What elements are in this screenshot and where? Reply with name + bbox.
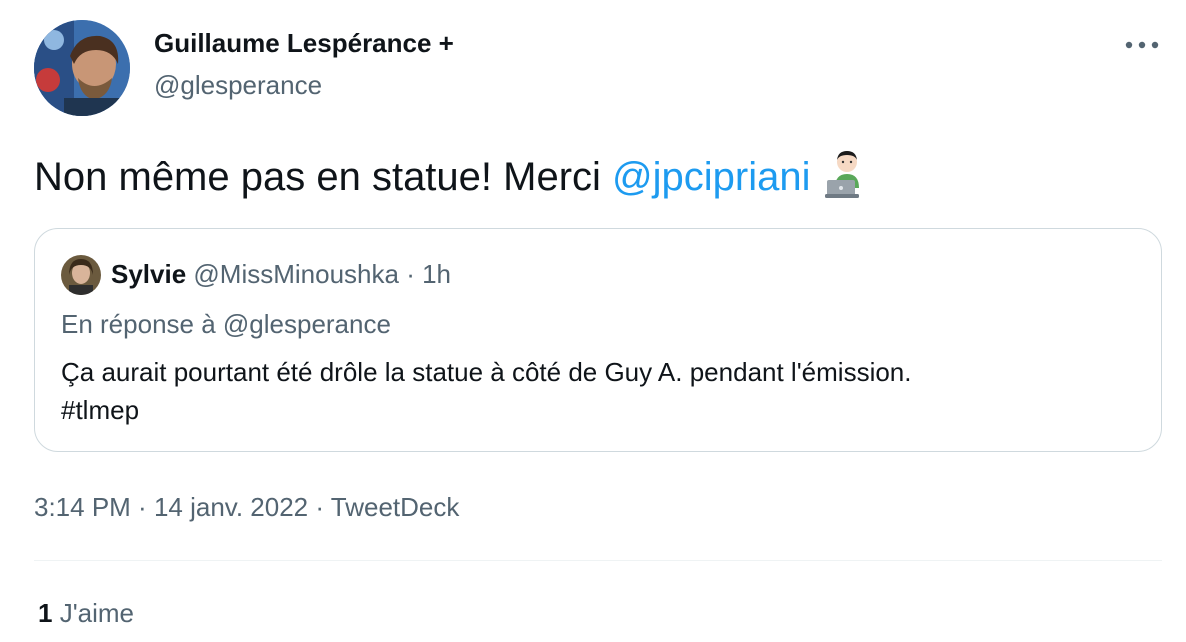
tweet-date[interactable]: 14 janv. 2022 — [154, 492, 308, 522]
tweet-card: Guillaume Lespérance + @glesperance Non … — [0, 0, 1186, 642]
tweet-time[interactable]: 3:14 PM — [34, 492, 131, 522]
avatar-image — [34, 20, 130, 116]
likes-link[interactable]: 1 J'aime — [38, 598, 134, 629]
quoted-author-avatar[interactable] — [61, 255, 101, 295]
tweet-source[interactable]: TweetDeck — [331, 492, 460, 522]
meta-separator-1: · — [130, 492, 154, 522]
quoted-tweet-text: Ça aurait pourtant été drôle la statue à… — [61, 353, 911, 429]
more-icon — [1125, 41, 1159, 49]
quoted-separator: · — [398, 259, 423, 289]
meta-separator-2: · — [308, 492, 331, 522]
quoted-text-line-1: Ça aurait pourtant été drôle la statue à… — [61, 357, 912, 387]
tweet-meta: 3:14 PM · 14 janv. 2022 · TweetDeck — [34, 492, 459, 523]
reply-to-handle: @glesperance — [222, 309, 391, 339]
likes-label: J'aime — [59, 598, 135, 628]
quoted-author-handle[interactable]: @MissMinoushka — [193, 259, 399, 289]
quoted-avatar-image — [61, 255, 101, 295]
tweet-text: Non même pas en statue! Merci @jpciprian… — [34, 148, 873, 201]
quoted-tweet[interactable]: Sylvie @MissMinoushka · 1h En réponse à … — [34, 228, 1162, 452]
more-options-button[interactable] — [1122, 30, 1162, 60]
tweet-mention-link[interactable]: @jpcipriani — [612, 155, 810, 199]
author-display-name[interactable]: Guillaume Lespérance + — [154, 28, 454, 59]
quoted-meta: Sylvie @MissMinoushka · 1h — [111, 259, 451, 290]
quoted-reply-context: En réponse à @glesperance — [61, 309, 391, 340]
reply-prefix: En réponse à — [61, 309, 223, 339]
quoted-author-name[interactable]: Sylvie — [111, 259, 186, 289]
author-handle[interactable]: @glesperance — [154, 70, 322, 101]
divider — [34, 560, 1162, 561]
tweet-text-body: Non même pas en statue! Merci — [34, 155, 613, 199]
quoted-hashtag: #tlmep — [61, 395, 140, 425]
likes-count: 1 — [38, 598, 53, 628]
author-avatar[interactable] — [34, 20, 130, 116]
quoted-timestamp[interactable]: 1h — [422, 259, 451, 289]
technologist-icon — [821, 148, 873, 200]
